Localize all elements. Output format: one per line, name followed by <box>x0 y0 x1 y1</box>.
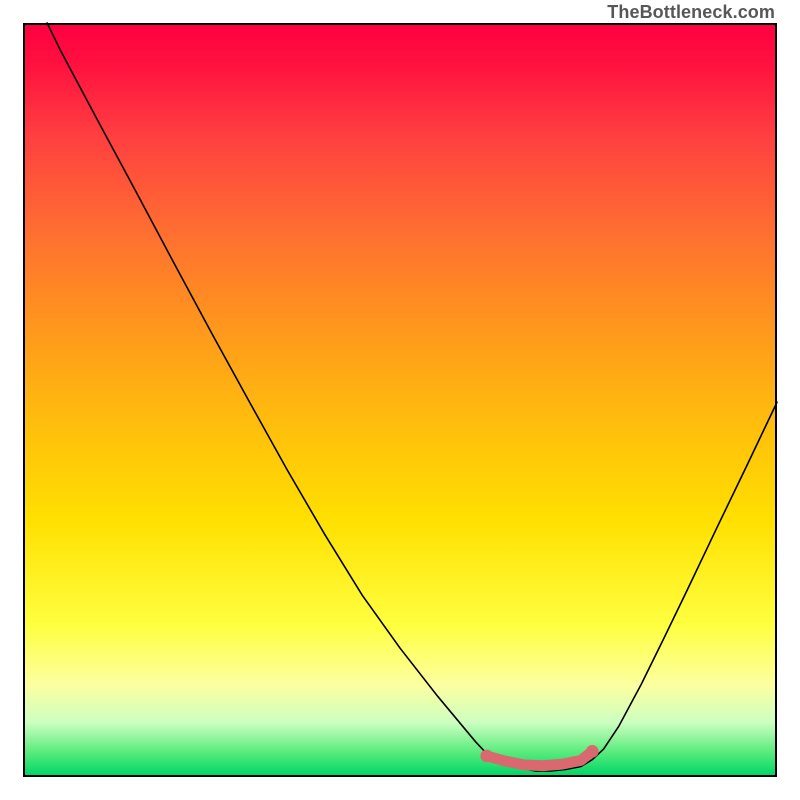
bottleneck-chart-svg <box>23 23 777 777</box>
optimal-range-marker <box>480 745 598 766</box>
bottleneck-curve <box>47 23 777 771</box>
watermark-text: TheBottleneck.com <box>607 2 775 23</box>
